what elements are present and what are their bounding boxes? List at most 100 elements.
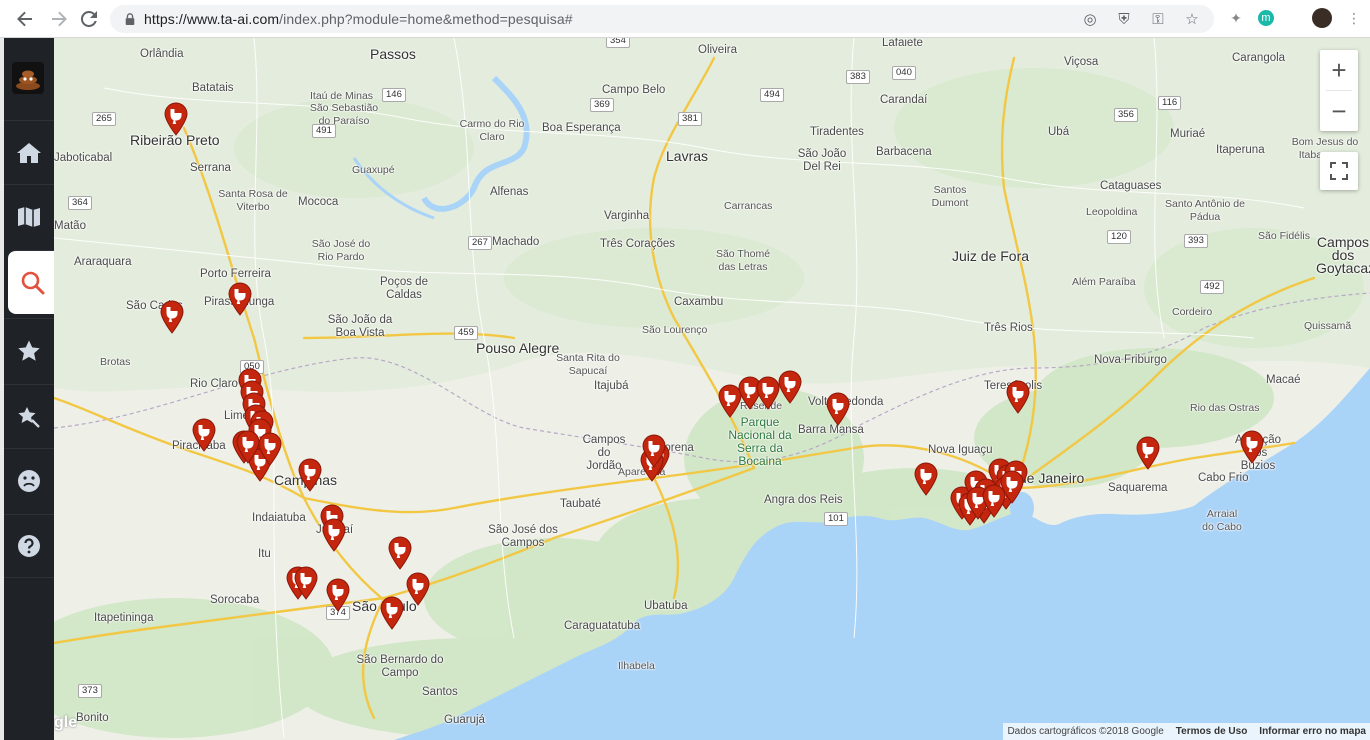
place-label: Bonito xyxy=(76,712,109,724)
place-label: Leopoldina xyxy=(1086,206,1138,218)
toilet-marker-icon[interactable] xyxy=(756,376,780,410)
map-canvas[interactable]: Orlândia Passos Lafaiete Oliveira Viçosa… xyxy=(54,38,1370,740)
toilet-marker-icon[interactable] xyxy=(326,578,350,612)
place-label: Serrana xyxy=(190,162,231,174)
toilet-marker-icon[interactable] xyxy=(826,392,850,426)
place-label: Varginha xyxy=(604,210,650,222)
sidebar-item-pinned[interactable] xyxy=(4,384,54,448)
place-label: Indaiatuba xyxy=(252,512,306,524)
place-label: São João da Boa Vista xyxy=(327,314,393,339)
place-label: Matão xyxy=(54,220,86,232)
place-label: Porto Ferreira xyxy=(200,268,271,280)
key-icon[interactable]: ⚿ xyxy=(1148,9,1168,29)
highway-shield: 116 xyxy=(1158,96,1182,110)
menu-dots-icon[interactable]: ⋮ xyxy=(1344,8,1364,28)
toilet-marker-icon[interactable] xyxy=(388,536,412,570)
place-label: Campo Belo xyxy=(602,84,666,96)
place-label: Rio das Ostras xyxy=(1190,402,1260,414)
toilet-marker-icon[interactable] xyxy=(1136,436,1160,470)
location-icon[interactable]: ◎ xyxy=(1080,9,1100,29)
zoom-control: + − xyxy=(1320,50,1358,131)
lock-icon xyxy=(125,13,135,25)
poop-logo-icon xyxy=(16,70,40,90)
place-label: Jaboticabal xyxy=(54,152,113,164)
toilet-marker-icon[interactable] xyxy=(298,458,322,492)
back-button[interactable] xyxy=(10,4,40,34)
toilet-marker-icon[interactable] xyxy=(258,432,282,466)
sidebar-item-help[interactable] xyxy=(4,514,54,578)
toilet-marker-icon[interactable] xyxy=(192,418,216,452)
place-label: Boa Esperança xyxy=(542,122,621,134)
toilet-marker-icon[interactable] xyxy=(294,566,318,600)
sidebar-item-favorites[interactable] xyxy=(4,318,54,382)
reload-button[interactable] xyxy=(74,4,104,34)
place-label: Santa Rosa de Viterbo xyxy=(218,188,288,213)
place-label: São Fidélis xyxy=(1258,230,1310,242)
highway-shield: 146 xyxy=(382,88,406,102)
highway-shield: 040 xyxy=(892,66,916,80)
blocked-popup-icon[interactable]: ⛨ xyxy=(1114,9,1134,29)
place-label: Pouso Alegre xyxy=(476,340,560,356)
search-icon xyxy=(21,271,45,294)
forward-button[interactable] xyxy=(44,4,74,34)
url-text: https://www.ta-ai.com/index.php?module=h… xyxy=(144,11,573,27)
highway-shield: 354 xyxy=(606,38,630,48)
pin-star-icon xyxy=(18,406,40,428)
sad-face-icon xyxy=(18,469,40,492)
star-icon xyxy=(18,340,40,361)
place-label: Tiradentes xyxy=(810,126,864,138)
reload-icon xyxy=(81,11,97,27)
google-logo[interactable]: gle xyxy=(54,714,77,732)
place-label: Guaxupé xyxy=(352,164,395,176)
zoom-in-button[interactable]: + xyxy=(1320,50,1358,90)
toilet-marker-icon[interactable] xyxy=(164,102,188,136)
map-attribution: Dados cartográficos ©2018 Google Termos … xyxy=(1003,723,1370,740)
zoom-out-button[interactable]: − xyxy=(1320,91,1358,131)
address-bar[interactable]: https://www.ta-ai.com/index.php?module=h… xyxy=(110,5,1214,33)
fullscreen-button[interactable] xyxy=(1320,152,1358,190)
app-logo[interactable] xyxy=(12,62,44,94)
toilet-marker-icon[interactable] xyxy=(914,462,938,496)
sidebar-item-home[interactable] xyxy=(4,120,54,184)
profile-avatar[interactable] xyxy=(1312,8,1332,28)
place-label: Ubatuba xyxy=(644,600,688,612)
toilet-marker-icon[interactable] xyxy=(406,572,430,606)
toilet-marker-icon[interactable] xyxy=(642,434,666,468)
toilet-marker-icon[interactable] xyxy=(1240,430,1264,464)
toilet-marker-icon[interactable] xyxy=(778,370,802,404)
map-data-credit: Dados cartográficos ©2018 Google xyxy=(1007,726,1164,737)
place-label: Batatais xyxy=(192,82,234,94)
terms-link[interactable]: Termos de Uso xyxy=(1176,726,1248,737)
place-label: Barbacena xyxy=(876,146,932,158)
sidebar-item-search[interactable] xyxy=(8,250,58,314)
place-label: Santos Dumont xyxy=(931,184,969,209)
toilet-marker-icon[interactable] xyxy=(160,300,184,334)
place-label: Caxambu xyxy=(674,296,724,308)
sidebar-item-map[interactable] xyxy=(4,184,54,248)
place-label: Carrancas xyxy=(724,200,773,212)
toilet-marker-icon[interactable] xyxy=(236,430,260,464)
sidebar-item-complaints[interactable] xyxy=(4,448,54,512)
place-label: Rio Claro xyxy=(190,378,238,390)
toilet-marker-icon[interactable] xyxy=(228,282,252,316)
url-path: /index.php?module=home&method=pesquisa# xyxy=(279,11,573,27)
toilet-marker-icon[interactable] xyxy=(982,484,1006,518)
bookmark-star-icon[interactable]: ☆ xyxy=(1182,9,1202,29)
place-label: Cordeiro xyxy=(1172,306,1213,318)
place-label: Itu xyxy=(258,548,271,560)
toilet-marker-icon[interactable] xyxy=(380,596,404,630)
highway-shield: 267 xyxy=(468,236,492,250)
toilet-marker-icon[interactable] xyxy=(322,518,346,552)
place-label: Macaé xyxy=(1266,374,1301,386)
report-error-link[interactable]: Informar erro no mapa xyxy=(1259,726,1366,737)
place-label: Nova Iguaçu xyxy=(928,444,993,456)
place-label-park: Parque Nacional da Serra da Bocaina xyxy=(728,415,792,468)
place-label: Santo Antônio de Pádua xyxy=(1165,198,1245,223)
extension-pin-icon[interactable]: ✦ xyxy=(1226,8,1246,28)
place-label: São José do Rio Pardo xyxy=(311,238,371,263)
place-label: Angra dos Reis xyxy=(764,494,843,506)
extension-m-icon[interactable]: m xyxy=(1258,10,1274,26)
place-label: Três Rios xyxy=(984,322,1033,334)
toilet-marker-icon[interactable] xyxy=(1006,380,1030,414)
